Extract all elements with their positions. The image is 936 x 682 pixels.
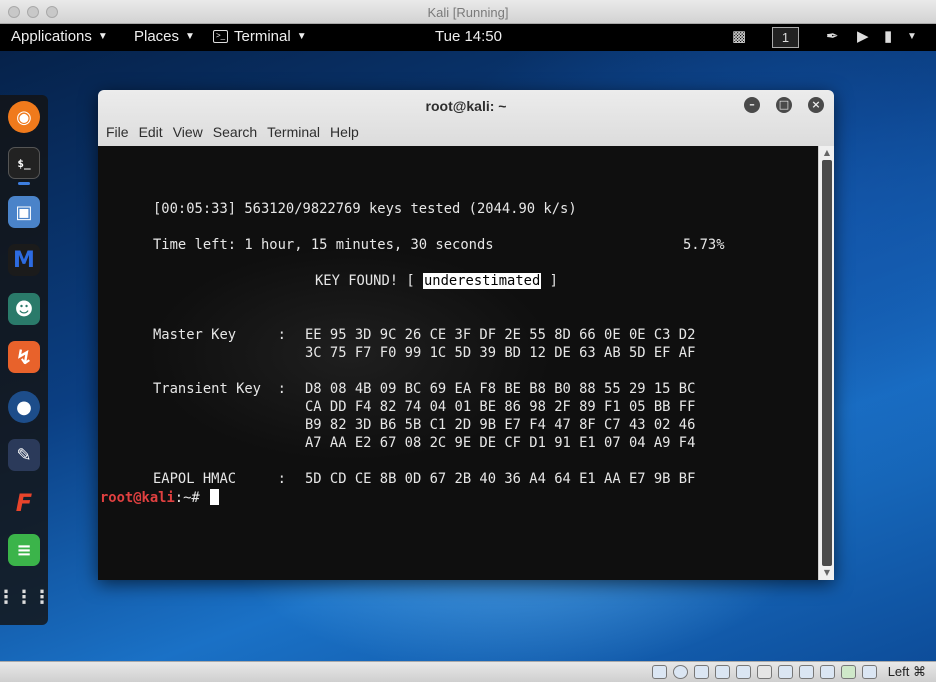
caret-down-icon: ▼ [296,31,307,42]
desktop: ◉ $_ ▣ M ☻ ↯ ● ✎ F ≡ ⋮⋮⋮ root@kali: ~ – … [0,51,936,661]
eapol-hmac-row: 5D CD CE 8B 0D 67 2B 40 36 A4 64 E1 AA E… [305,471,696,487]
beef-icon[interactable]: ✎ [8,439,40,471]
optical-drive-icon[interactable] [673,665,688,679]
scroll-down-icon[interactable]: ▼ [819,568,834,577]
dock: ◉ $_ ▣ M ☻ ↯ ● ✎ F ≡ ⋮⋮⋮ [0,95,51,625]
terminal-icon[interactable]: $_ [8,147,40,179]
volume-icon[interactable]: ▶ [857,27,869,45]
master-key-label: Master Key : [153,327,295,343]
terminal-menubar: File Edit View Search Terminal Help [98,124,361,146]
scroll-up-icon[interactable]: ▲ [819,148,834,157]
transient-key-row: D8 08 4B 09 BC 69 EA F8 BE B8 B0 88 55 2… [305,381,696,397]
time-left-line: Time left: 1 hour, 15 minutes, 30 second… [153,237,494,253]
menu-edit[interactable]: Edit [139,124,163,146]
prompt-path: :~# [174,490,208,506]
faraday-icon[interactable]: F [8,487,40,519]
applications-menu[interactable]: Applications ▼ [11,28,108,45]
menu-search[interactable]: Search [213,124,257,146]
master-key-row: EE 95 3D 9C 26 CE 3F DF 2E 55 8D 66 0E 0… [305,327,696,343]
battery-icon[interactable]: ▮ [884,27,892,45]
host-titlebar: Kali [Running] [0,0,936,24]
maltego-icon[interactable]: ● [8,391,40,423]
mouse-integration-icon[interactable] [841,665,856,679]
transient-key-row: A7 AA E2 67 08 2C 9E DE CF D1 91 E1 07 0… [305,435,696,451]
recording-icon[interactable] [799,665,814,679]
caret-down-icon: ▼ [185,31,195,42]
host-key-label: Left ⌘ [887,664,926,679]
terminal-app-label: Terminal [234,28,291,45]
clock[interactable]: Tue 14:50 [435,28,502,45]
menu-help[interactable]: Help [330,124,359,146]
found-passphrase: underestimated [422,273,542,289]
close-button[interactable]: × [808,97,824,113]
top-panel: Applications ▼ Places ▼ >_ Terminal ▼ Tu… [0,24,936,51]
network-icon[interactable] [715,665,730,679]
applications-label: Applications [11,28,92,45]
terminal-small-icon: >_ [213,30,228,43]
places-menu[interactable]: Places ▼ [134,28,195,45]
app-grid-icon[interactable]: ⋮⋮⋮ [0,581,51,613]
transient-key-row: B9 82 3D B6 5B C1 2D 9B E7 F4 47 8F C7 4… [305,417,696,433]
metasploit-icon[interactable]: M [8,244,40,276]
text-editor-icon[interactable]: ≡ [8,534,40,566]
scrollbar-thumb[interactable] [822,160,832,566]
pen-icon[interactable]: ✒ [826,27,839,45]
running-indicator [18,182,30,185]
maximize-button[interactable]: □ [776,97,792,113]
master-key-row: 3C 75 F7 F0 99 1C 5D 39 BD 12 DE 63 AB 5… [305,345,696,361]
firefox-icon[interactable]: ◉ [8,101,40,133]
minimize-button[interactable]: – [744,97,760,113]
users-icon[interactable]: ▩ [732,27,746,45]
hard-disk-icon[interactable] [652,665,667,679]
shell-prompt: root@kali:~# [100,489,219,506]
percent-complete: 5.73% [683,237,725,253]
key-found-prefix: KEY FOUND! [ [315,273,423,289]
terminal-app-menu[interactable]: >_ Terminal ▼ [213,28,307,45]
eapol-label: EAPOL HMAC : [153,471,295,487]
caret-down-icon[interactable]: ▼ [907,31,917,42]
progress-line: [00:05:33] 563120/9822769 keys tested (2… [153,201,577,217]
menu-terminal[interactable]: Terminal [267,124,320,146]
cpu-icon[interactable] [820,665,835,679]
key-found-suffix: ] [541,273,558,289]
usb-icon[interactable] [736,665,751,679]
workspace-indicator[interactable]: 1 [772,27,799,48]
burpsuite-icon[interactable]: ↯ [8,341,40,373]
menu-file[interactable]: File [106,124,129,146]
audio-icon[interactable] [694,665,709,679]
terminal-titlebar[interactable]: root@kali: ~ – □ × File Edit View Search… [98,90,834,146]
display-icon[interactable] [778,665,793,679]
transient-key-row: CA DD F4 82 74 04 01 BE 86 98 2F 89 F1 0… [305,399,696,415]
keyboard-capture-icon[interactable] [862,665,877,679]
transient-key-label: Transient Key : [153,381,295,397]
text-cursor [210,489,219,505]
armitage-icon[interactable]: ☻ [8,293,40,325]
host-window-title: Kali [Running] [427,5,509,20]
terminal-window-title: root@kali: ~ [425,98,507,114]
terminal-window: root@kali: ~ – □ × File Edit View Search… [98,90,834,580]
menu-view[interactable]: View [173,124,203,146]
terminal-scrollbar[interactable]: ▲ ▼ [818,146,834,580]
shared-folders-icon[interactable] [757,665,772,679]
places-label: Places [134,28,180,45]
terminal-output[interactable]: [00:05:33] 563120/9822769 keys tested (2… [98,146,818,580]
caret-down-icon: ▼ [97,31,108,42]
key-found-line: KEY FOUND! [ underestimated ] [315,273,558,289]
host-statusbar: Left ⌘ [0,661,936,682]
prompt-user: root@kali [100,490,175,506]
files-icon[interactable]: ▣ [8,196,40,228]
